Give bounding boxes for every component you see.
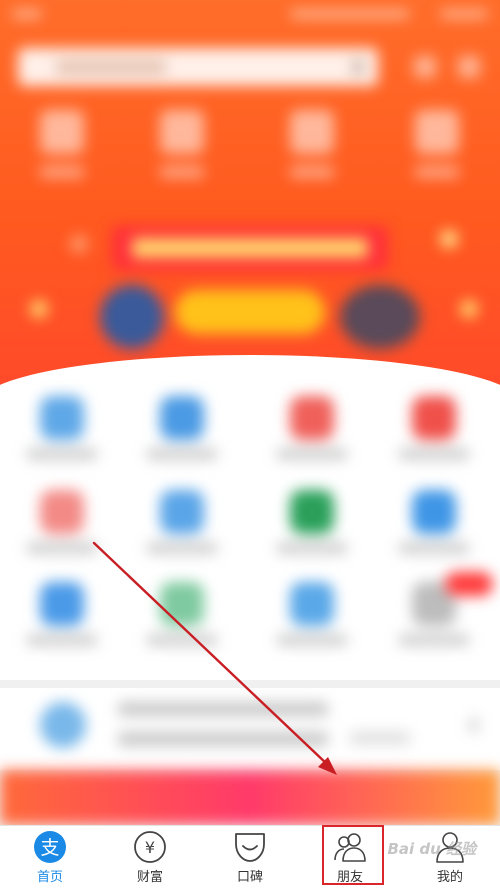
app-icon[interactable] — [412, 490, 456, 534]
yen-glyph: ¥ — [145, 838, 155, 857]
app-icon[interactable] — [40, 396, 84, 440]
contacts-icon[interactable] — [414, 56, 436, 78]
tab-wealth[interactable]: ¥ 财富 — [100, 826, 200, 890]
alipay-logo-glyph: 支 — [40, 837, 59, 859]
promo-button[interactable] — [175, 290, 325, 334]
promo-banner[interactable] — [112, 226, 388, 270]
pay-icon[interactable] — [160, 110, 204, 154]
app-grid — [0, 390, 500, 680]
friends-tab-highlight — [322, 825, 384, 885]
add-icon[interactable] — [458, 56, 480, 78]
tab-home[interactable]: 支 首页 — [0, 826, 100, 890]
tab-wealth-label: 财富 — [136, 870, 163, 885]
app-icon[interactable] — [412, 396, 456, 440]
app-icon[interactable] — [40, 582, 84, 626]
tab-koubei-label: 口碑 — [236, 870, 263, 885]
app-icon[interactable] — [160, 490, 204, 534]
card-icon[interactable] — [415, 110, 459, 154]
tab-koubei[interactable]: 口碑 — [200, 826, 300, 890]
scan-icon[interactable] — [40, 110, 84, 154]
koubei-icon — [232, 830, 268, 864]
yen-icon: ¥ — [132, 830, 168, 864]
watermark: Bai du 经验 — [387, 840, 476, 858]
notice-row[interactable] — [0, 680, 500, 770]
new-badge — [445, 572, 493, 596]
app-icon[interactable] — [40, 490, 84, 534]
tab-mine-label: 我的 — [436, 870, 463, 885]
collect-icon[interactable] — [290, 110, 334, 154]
tab-home-label: 首页 — [36, 870, 63, 885]
app-icon[interactable] — [290, 582, 334, 626]
app-icon[interactable] — [160, 582, 204, 626]
app-icon[interactable] — [160, 396, 204, 440]
app-icon[interactable] — [290, 396, 334, 440]
app-icon[interactable] — [290, 490, 334, 534]
promo-strip[interactable] — [0, 770, 500, 825]
banner-graphic — [340, 285, 420, 349]
status-bar — [0, 0, 500, 28]
home-header — [0, 0, 500, 390]
banner-graphic — [100, 285, 164, 349]
search-bar[interactable] — [18, 48, 378, 86]
alipay-logo-icon: 支 — [32, 830, 68, 864]
